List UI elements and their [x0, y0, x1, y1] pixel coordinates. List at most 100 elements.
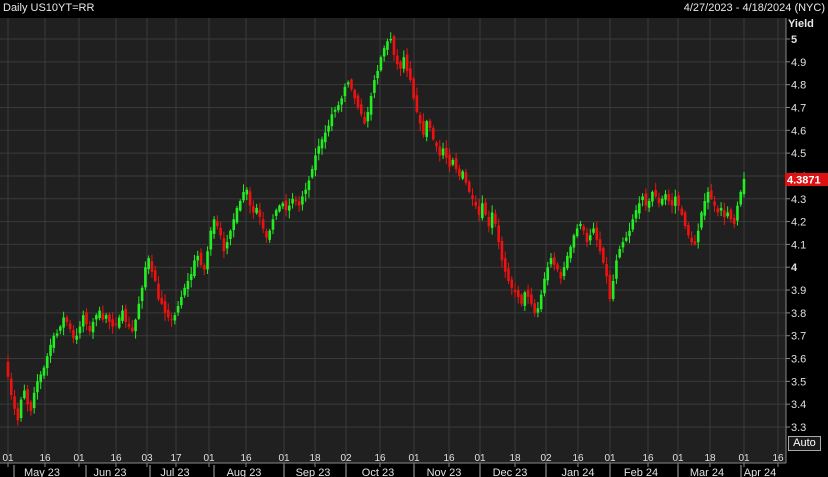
y-tick-label: 4 — [791, 262, 798, 274]
candle-body — [216, 221, 219, 227]
candle-body — [189, 274, 193, 281]
candle-body — [726, 212, 729, 217]
candle-body — [441, 148, 445, 156]
price-chart[interactable]: Yield 3.33.43.53.63.73.83.944.14.24.34.4… — [0, 0, 828, 477]
x-day-tick-label: 01 — [278, 453, 290, 464]
candle-body — [425, 121, 429, 137]
y-tick-label: 3.9 — [791, 285, 806, 297]
candle-body — [618, 248, 621, 258]
candle-body — [235, 207, 239, 223]
candle-body — [186, 280, 190, 290]
x-day-tick-label: 16 — [772, 453, 784, 464]
candle-body — [356, 95, 360, 108]
candle-body — [654, 189, 657, 197]
candle-body — [124, 308, 128, 323]
candle-body — [373, 80, 376, 93]
candle-body — [687, 225, 690, 236]
candle-body — [32, 392, 36, 409]
candle-body — [366, 112, 370, 122]
y-tick-label: 4.1 — [791, 239, 806, 251]
candle-body — [170, 319, 173, 321]
candle-body — [693, 241, 697, 245]
candle-body — [104, 315, 108, 319]
x-day-tick-label: 16 — [110, 453, 122, 464]
candle-body — [415, 95, 419, 113]
candle-body — [500, 240, 504, 261]
candle-body — [445, 147, 448, 158]
candle-body — [147, 258, 150, 270]
x-month-label: Jan 24 — [561, 467, 594, 477]
x-day-tick-label: 18 — [704, 453, 716, 464]
x-day-tick-label: 01 — [474, 453, 486, 464]
candle-body — [271, 219, 275, 230]
candle-body — [392, 36, 396, 55]
candle-body — [55, 333, 59, 336]
candle-body — [320, 139, 324, 149]
candle-body — [487, 216, 491, 227]
candle-body — [268, 230, 271, 240]
y-tick-label: 4.3 — [791, 194, 806, 206]
candle-body — [503, 258, 507, 272]
candle-body — [611, 280, 615, 299]
candle-body — [327, 125, 330, 132]
candle-body — [736, 205, 739, 221]
x-month-label: May 23 — [24, 467, 60, 477]
candle-body — [307, 180, 311, 191]
y-tick-label: 3.3 — [791, 422, 806, 434]
candle-body — [255, 207, 258, 214]
auto-scale-button[interactable]: Auto — [788, 436, 821, 451]
candle-body — [709, 190, 713, 199]
candle-body — [363, 116, 366, 124]
candle-body — [395, 55, 399, 65]
candle-body — [739, 191, 743, 205]
candle-body — [562, 267, 566, 277]
candle-body — [229, 230, 232, 239]
candle-body — [353, 89, 357, 99]
y-tick-label: 5 — [791, 34, 797, 46]
candle-body — [202, 265, 206, 270]
candle-body — [369, 96, 373, 115]
y-tick-label: 4.2 — [791, 217, 806, 229]
candle-body — [52, 335, 56, 348]
x-day-tick-label: 16 — [240, 453, 252, 464]
candle-body — [121, 310, 124, 321]
candle-body — [288, 205, 291, 211]
candle-body — [386, 41, 389, 50]
candle-body — [245, 189, 249, 195]
x-day-tick-label: 01 — [738, 453, 750, 464]
candle-body — [81, 315, 85, 327]
candle-body — [310, 169, 314, 178]
y-tick-label: 3.4 — [791, 399, 806, 411]
candle — [412, 76, 415, 101]
candle-body — [258, 209, 262, 218]
candle-body — [628, 230, 631, 237]
candle-body — [350, 79, 353, 90]
candle-body — [39, 374, 43, 383]
candle-body — [314, 155, 317, 171]
y-tick-label: 3.5 — [791, 376, 806, 388]
candle-body — [59, 326, 62, 331]
candle-body — [461, 171, 464, 179]
candle-body — [6, 361, 10, 377]
candle-body — [667, 194, 671, 202]
y-tick-label: 3.6 — [791, 354, 806, 366]
candle-body — [448, 154, 451, 167]
candle-body — [108, 314, 111, 323]
candle-body — [140, 287, 144, 302]
candle-body — [212, 219, 216, 234]
candle-body — [716, 208, 720, 213]
candle-body — [193, 260, 196, 277]
candle-body — [294, 199, 298, 202]
x-day-tick-label: 01 — [604, 453, 616, 464]
candle-body — [117, 317, 121, 328]
candle-body — [23, 390, 26, 399]
last-price-tag: 4.3871 — [785, 173, 828, 187]
x-day-tick-label: 01 — [203, 453, 215, 464]
candle-body — [680, 208, 684, 215]
candle-body — [690, 237, 693, 243]
candle-body — [572, 235, 576, 248]
candle-body — [16, 408, 20, 421]
y-tick-label: 4.6 — [791, 125, 806, 137]
candle-body — [265, 231, 268, 238]
candle-body — [13, 396, 16, 409]
